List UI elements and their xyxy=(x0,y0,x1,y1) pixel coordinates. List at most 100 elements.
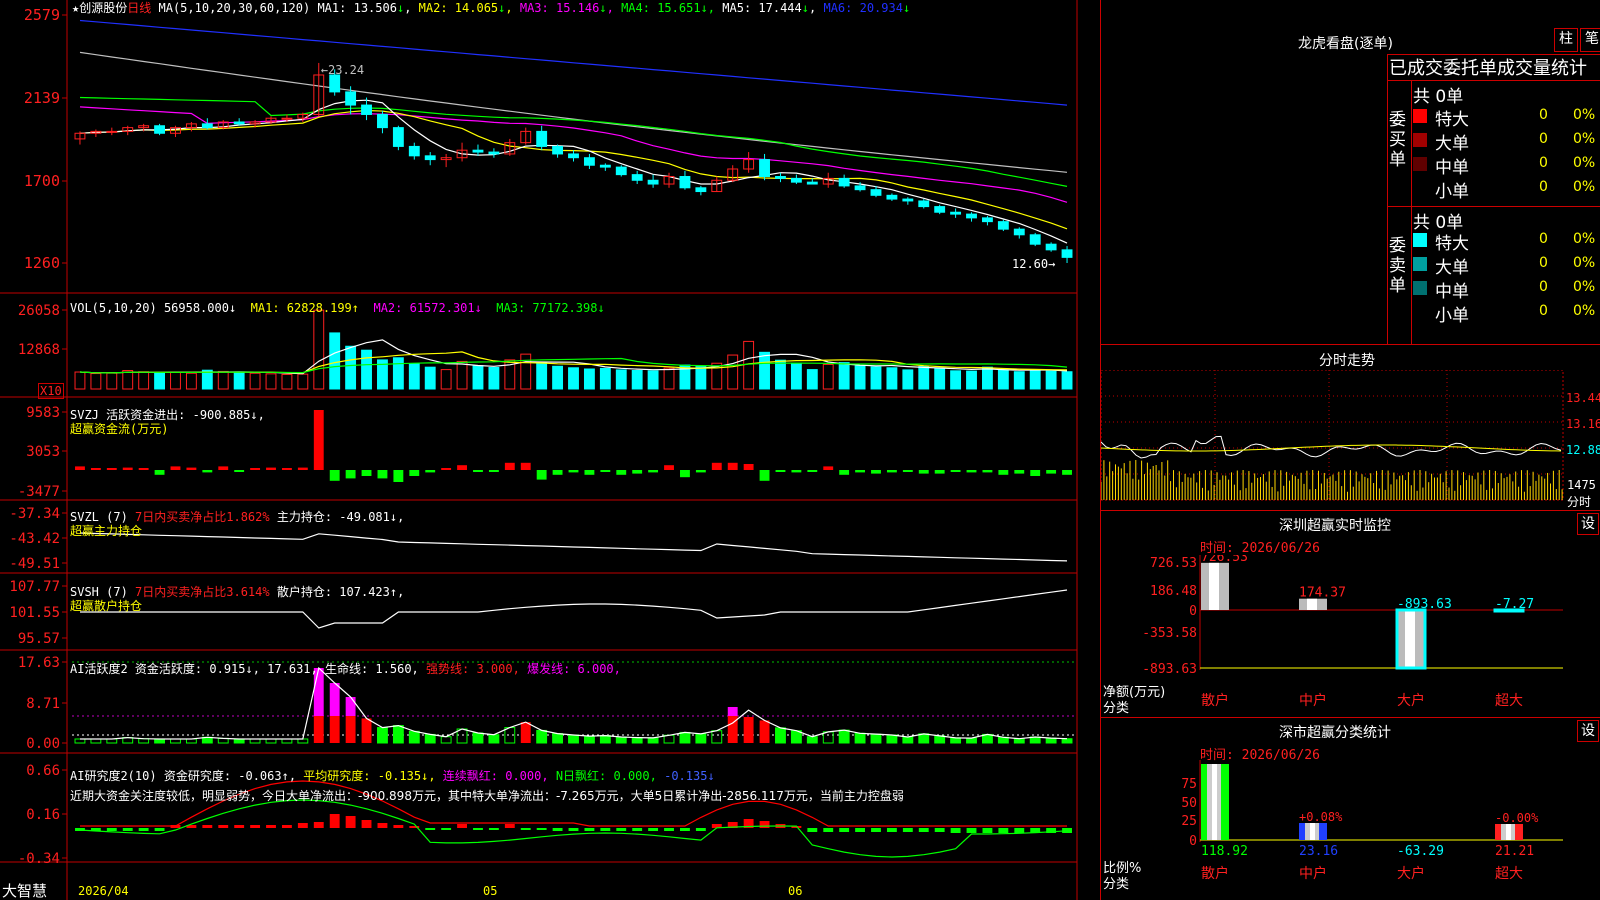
stats-axis-label: 75 xyxy=(1181,777,1197,792)
date-tick-2: 05 xyxy=(483,884,498,898)
volume-bar xyxy=(615,369,627,390)
volume-bar xyxy=(345,345,357,390)
price-axis-label: 1700 xyxy=(24,172,60,190)
svzj-bar xyxy=(998,470,1009,475)
activity-bar xyxy=(392,725,404,744)
monitor-value-label: 726.53 xyxy=(1201,555,1248,565)
order-pct: 0% xyxy=(1573,255,1596,271)
research-bar xyxy=(823,828,834,832)
order-pct: 0% xyxy=(1573,107,1596,123)
color-swatch xyxy=(1413,257,1427,271)
candle-body xyxy=(599,164,611,168)
chart-main[interactable]: 2579213917001260←23.2412.60→ 2605812868 … xyxy=(0,0,1100,900)
monitor-category-label: 中户 xyxy=(1299,692,1327,709)
order-pct: 0% xyxy=(1573,179,1596,195)
stats-value-label: -63.29 xyxy=(1397,844,1444,859)
order-label: 特大 xyxy=(1435,110,1469,130)
svzj-bar xyxy=(409,470,420,476)
stats-category-label: 中户 xyxy=(1299,865,1327,882)
research-bar xyxy=(600,828,611,831)
order-count: 0 xyxy=(1539,279,1548,295)
activity-bar xyxy=(902,736,914,744)
ai-research-header: AI研究度2(10) 资金研究度: -0.063↑, 平均研究度: -0.135… xyxy=(70,769,715,783)
activity-bar xyxy=(711,730,723,744)
research-bar xyxy=(839,828,850,832)
svzj-header: SVZJ 活跃资金进出: -900.885↓, 超赢资金流(万元) xyxy=(70,408,265,436)
research-bar xyxy=(377,823,388,828)
svzj-bar xyxy=(600,470,611,472)
activity-bar xyxy=(599,735,611,744)
svzj-axis-label: 3053 xyxy=(26,444,60,460)
svzj-bar xyxy=(982,470,993,473)
research-bar xyxy=(934,828,945,832)
research-bar xyxy=(266,825,276,828)
activity-bar xyxy=(679,731,691,744)
volume-bar xyxy=(934,368,946,390)
svzj-bar xyxy=(680,470,690,478)
candle-body xyxy=(902,198,914,202)
volume-bar xyxy=(249,372,261,390)
intraday-chart[interactable] xyxy=(1101,370,1600,510)
volume-bar xyxy=(488,366,500,390)
activity-bar xyxy=(886,734,898,744)
research-bar xyxy=(329,814,340,828)
order-row: 大单 0 0% xyxy=(1101,252,1600,278)
candle-body xyxy=(361,104,372,115)
svzj-bar xyxy=(266,467,276,470)
candle-body xyxy=(679,176,691,189)
order-row: 中单 0 0% xyxy=(1101,152,1600,178)
order-pct: 0% xyxy=(1573,303,1596,319)
period-label[interactable]: 日线 xyxy=(127,1,151,15)
stats-settings-button[interactable]: 设 xyxy=(1577,720,1599,742)
brand-logo[interactable]: 大智慧 xyxy=(2,880,47,900)
activity-bar xyxy=(552,733,564,744)
svzj-bar xyxy=(616,470,627,475)
order-row: 特大 0 0% xyxy=(1101,228,1600,254)
low-annotation: 12.60→ xyxy=(1012,257,1055,271)
monitor-axis-label: 726.53 xyxy=(1150,556,1197,571)
activity-bar xyxy=(775,727,786,744)
volume-bar xyxy=(950,370,962,390)
stats-category-label: 大户 xyxy=(1397,865,1425,882)
volume-bar xyxy=(552,365,564,390)
svzj-bar xyxy=(425,470,436,473)
tick-view-button[interactable]: 笔 xyxy=(1580,28,1600,52)
monitor-value-label: -7.27 xyxy=(1495,597,1534,612)
fenshi-unit: 分时 xyxy=(1567,495,1592,509)
volume-bar xyxy=(822,363,834,390)
svzj-bar xyxy=(170,466,181,470)
bar-view-button[interactable]: 柱 xyxy=(1554,28,1578,52)
monitor-settings-button[interactable]: 设 xyxy=(1577,513,1599,535)
monitor-bar xyxy=(1201,562,1229,610)
order-count: 0 xyxy=(1539,131,1548,147)
color-swatch xyxy=(1413,305,1427,319)
candle-body xyxy=(1061,249,1073,258)
stats-title: 深市超赢分类统计 xyxy=(1279,725,1391,741)
order-row: 大单 0 0% xyxy=(1101,128,1600,154)
order-row: 特大 0 0% xyxy=(1101,104,1600,130)
research-bar xyxy=(807,828,818,832)
divider xyxy=(1101,344,1600,345)
activity-bar xyxy=(329,716,340,743)
price-axis-label: 1260 xyxy=(24,254,60,272)
svzj-bar xyxy=(250,468,261,470)
research-bar xyxy=(281,825,292,828)
svzl-header: SVZL (7) 7日内买卖净占比1.862% 主力持仓: -49.081↓, … xyxy=(70,510,405,538)
candle-body xyxy=(1013,228,1025,236)
stock-name[interactable]: 创源股份 xyxy=(79,1,127,15)
activity-bar xyxy=(1013,738,1025,744)
stats-bar-core xyxy=(1506,824,1511,840)
volume-bar xyxy=(233,372,245,390)
volume-bar xyxy=(106,372,118,390)
price-axis-label: 2139 xyxy=(24,89,60,107)
fenshi-price-1: 13.44 xyxy=(1566,391,1600,405)
candle-body xyxy=(154,125,165,134)
volume-bar xyxy=(90,373,102,390)
svzj-bar xyxy=(552,470,563,475)
volume-bar xyxy=(520,353,532,390)
research-bar xyxy=(982,828,993,833)
order-count: 0 xyxy=(1539,255,1548,271)
research-bar xyxy=(695,828,706,831)
candle-body xyxy=(1045,243,1057,251)
svzj-bar xyxy=(186,467,197,470)
